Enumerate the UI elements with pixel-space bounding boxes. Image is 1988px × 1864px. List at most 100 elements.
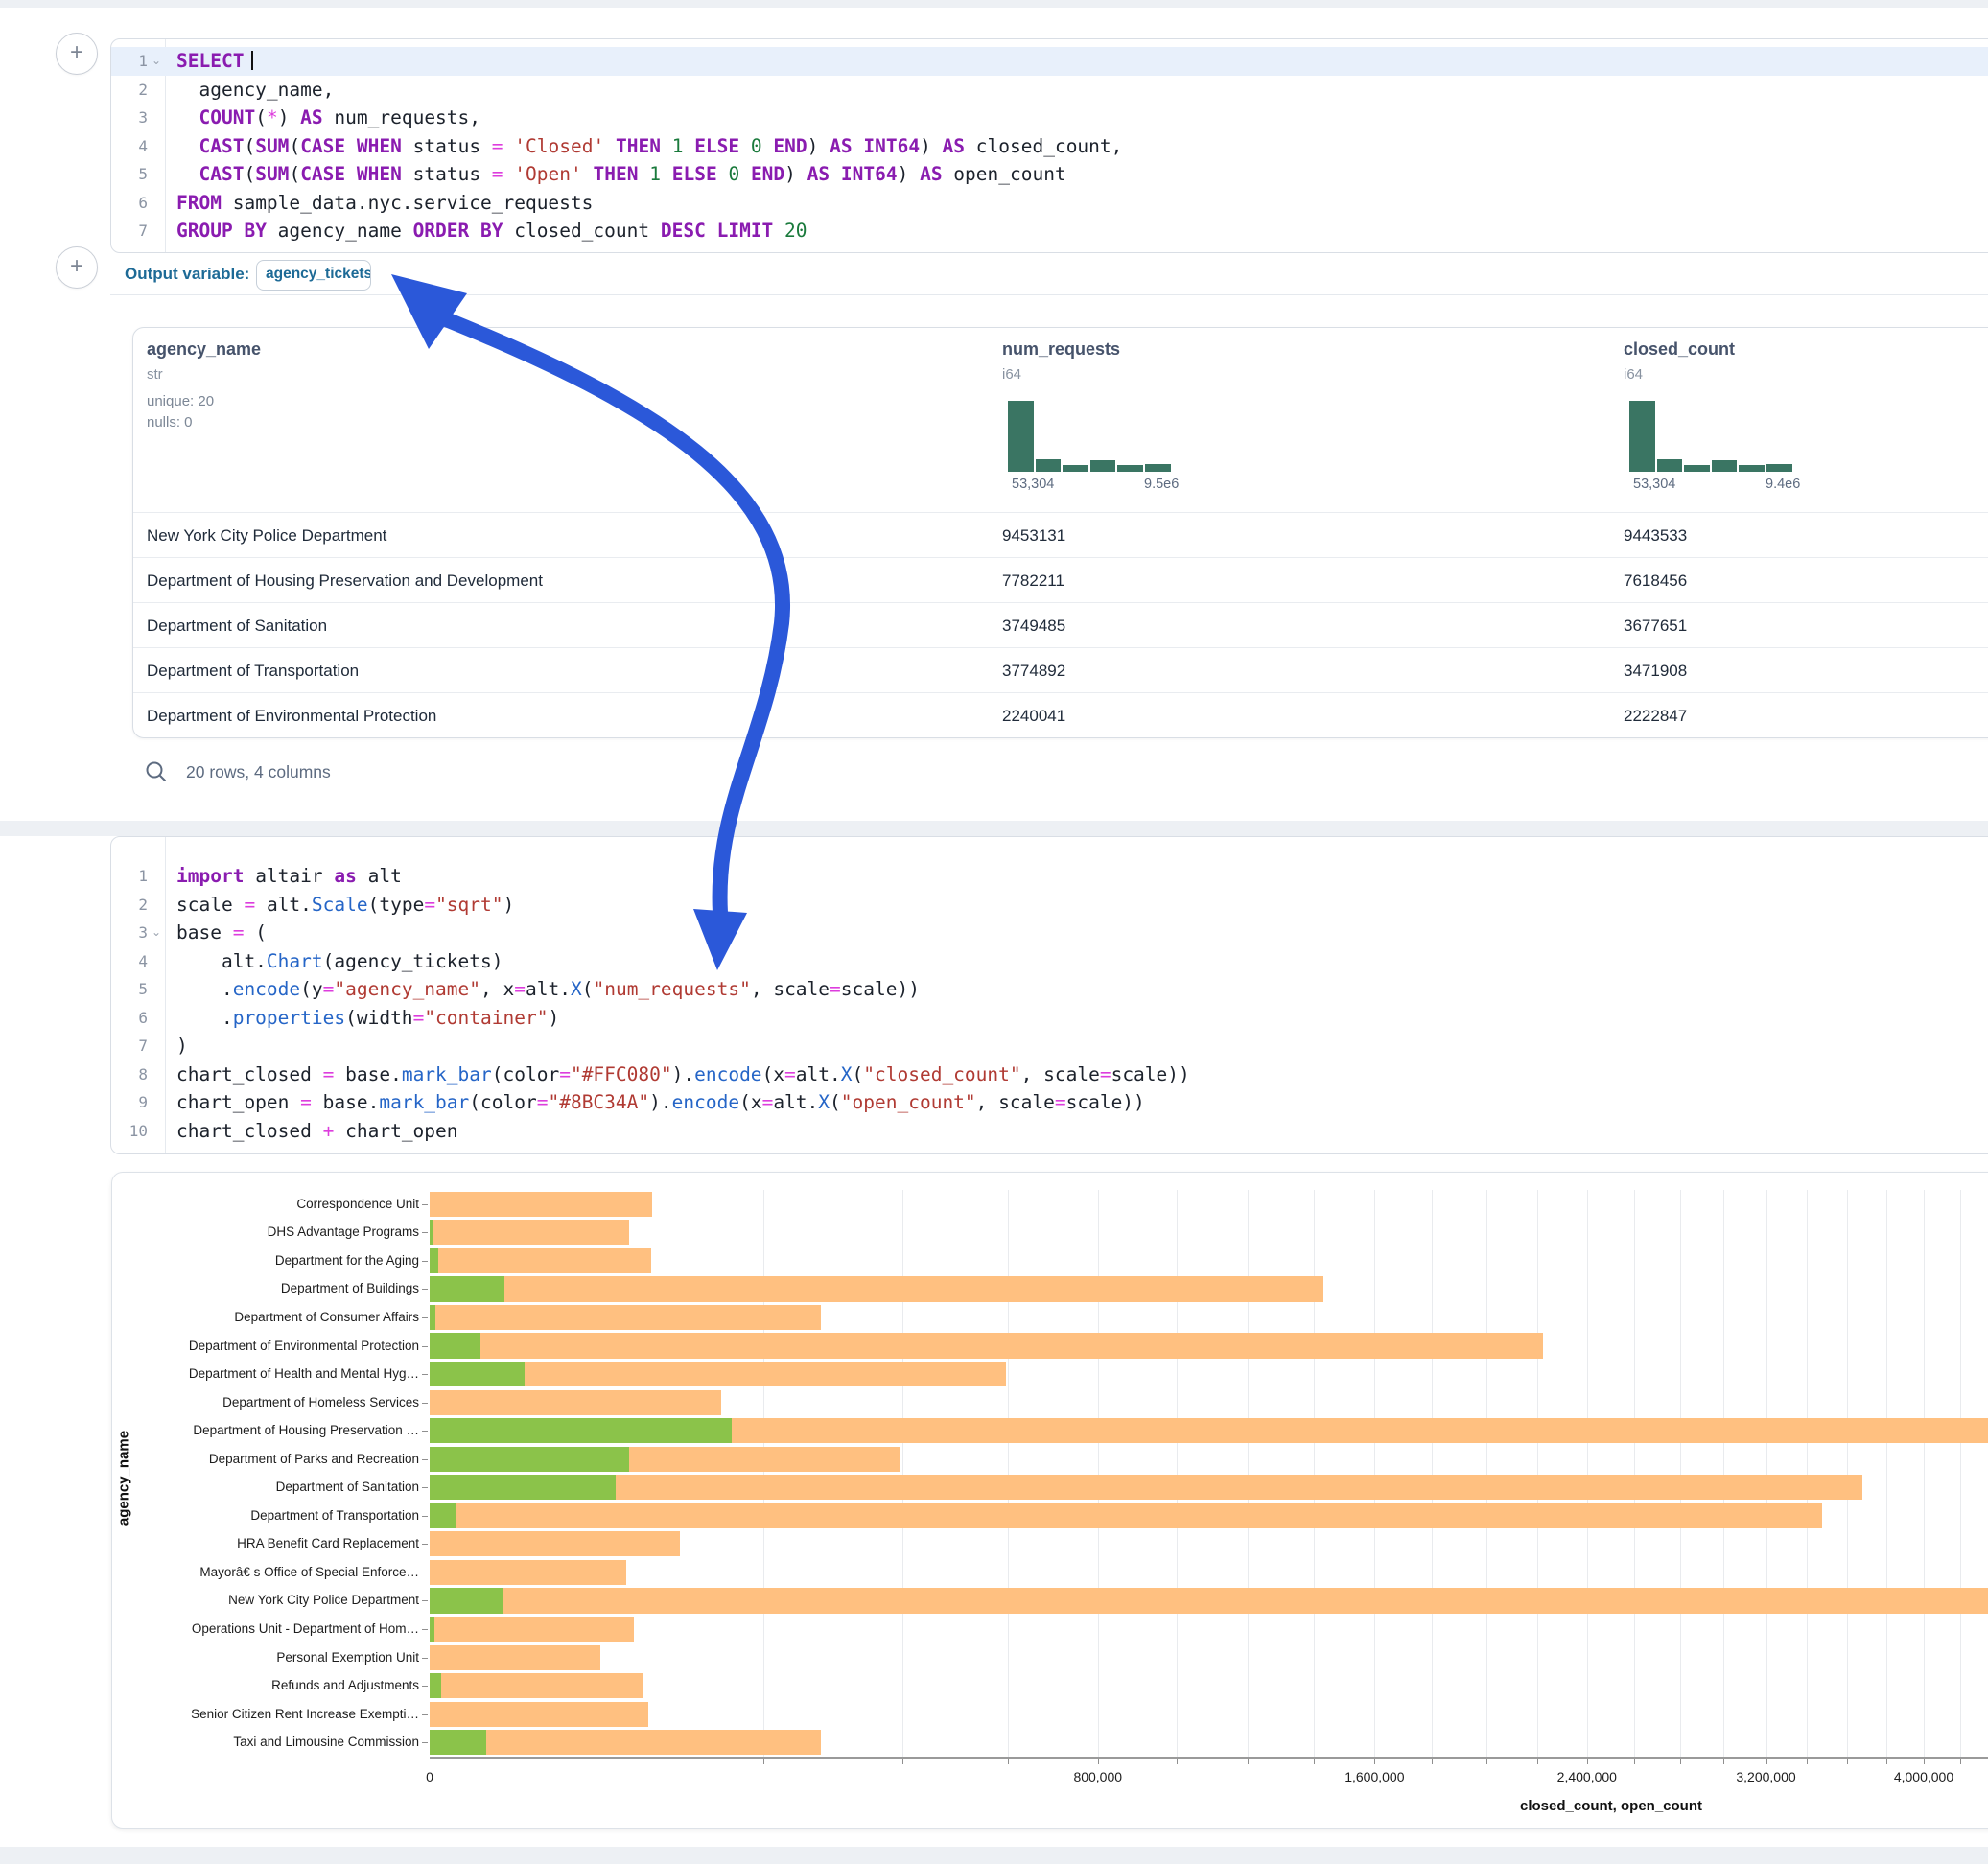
gridline	[1098, 1190, 1099, 1757]
table-cell: 7782211	[1002, 558, 1064, 603]
code-line[interactable]: 2scale = alt.Scale(type="sqrt")	[111, 891, 1988, 920]
y-tick	[422, 1232, 428, 1233]
y-tick	[422, 1629, 428, 1630]
code-line[interactable]: 1import altair as alt	[111, 862, 1988, 891]
y-tick	[422, 1403, 428, 1404]
code-line[interactable]: 1⌄SELECT	[111, 47, 1988, 76]
y-axis-label: Department for the Aging	[112, 1253, 419, 1268]
table-row[interactable]: Department of Transportation377489234719…	[133, 647, 1988, 693]
code-line[interactable]: 6 .properties(width="container")	[111, 1004, 1988, 1033]
y-tick	[422, 1204, 428, 1205]
x-axis-line	[430, 1757, 1988, 1759]
y-tick	[422, 1686, 428, 1687]
code-line[interactable]: 8chart_closed = base.mark_bar(color="#FF…	[111, 1060, 1988, 1089]
histogram-max-label: 9.5e6	[1144, 477, 1179, 492]
code-tokens: .properties(width="container")	[176, 1004, 559, 1033]
x-axis-tick-label: 2,400,000	[1530, 1769, 1645, 1784]
code-tokens: COUNT(*) AS num_requests,	[176, 104, 480, 132]
bottom-page-margin	[0, 1847, 1988, 1864]
column-type: str	[147, 366, 163, 383]
y-axis-label: Department of Consumer Affairs	[112, 1310, 419, 1324]
code-line[interactable]: 3⌄base = (	[111, 919, 1988, 947]
code-tokens: FROM sample_data.nyc.service_requests	[176, 189, 593, 218]
add-cell-button-top[interactable]: +	[56, 33, 98, 75]
bar-open-count	[430, 1362, 525, 1386]
cell-gap	[0, 821, 1988, 836]
fold-chevron-icon[interactable]: ⌄	[152, 919, 161, 947]
fold-chevron-icon[interactable]: ⌄	[152, 47, 161, 76]
table-row[interactable]: Department of Environmental Protection22…	[133, 692, 1988, 738]
code-tokens: agency_name,	[176, 76, 334, 105]
text-cursor	[251, 51, 253, 70]
bar-closed-count	[430, 1560, 626, 1585]
code-line[interactable]: 3 COUNT(*) AS num_requests,	[111, 104, 1988, 132]
search-icon[interactable]	[144, 759, 169, 784]
x-minor-tick	[1374, 1759, 1375, 1764]
chart-output-card: Correspondence UnitDHS Advantage Program…	[111, 1172, 1988, 1829]
x-minor-tick	[1680, 1759, 1681, 1764]
sql-code-cell[interactable]: 1⌄SELECT2 agency_name,3 COUNT(*) AS num_…	[110, 38, 1988, 253]
bar-closed-count	[430, 1531, 680, 1556]
top-page-margin	[0, 0, 1988, 8]
code-line[interactable]: 10chart_closed + chart_open	[111, 1117, 1988, 1146]
bar-closed-count	[430, 1390, 721, 1415]
y-axis-label: DHS Advantage Programs	[112, 1224, 419, 1239]
gridline	[1680, 1190, 1681, 1757]
dataframe-table: agency_namestrunique: 20nulls: 0num_requ…	[132, 327, 1988, 738]
table-row[interactable]: Department of Sanitation37494853677651	[133, 602, 1988, 648]
line-number: 4	[113, 947, 148, 976]
add-cell-button-output[interactable]: +	[56, 246, 98, 289]
output-variable-pill[interactable]: agency_tickets	[256, 260, 371, 291]
line-number: 9	[113, 1088, 148, 1117]
column-header[interactable]: closed_count	[1624, 339, 1735, 360]
y-axis-label: New York City Police Department	[112, 1593, 419, 1607]
x-minor-tick	[1486, 1759, 1487, 1764]
x-minor-tick	[763, 1759, 764, 1764]
bar-closed-count	[430, 1276, 1323, 1301]
y-tick	[422, 1459, 428, 1460]
table-row[interactable]: New York City Police Department945313194…	[133, 512, 1988, 558]
bar-closed-count	[430, 1503, 1822, 1528]
line-number: 6	[113, 189, 148, 218]
y-axis-label: Department of Environmental Protection	[112, 1339, 419, 1353]
histogram-min-label: 53,304	[1012, 477, 1054, 492]
gridline	[1723, 1190, 1724, 1757]
x-axis-tick-label: 1,600,000	[1317, 1769, 1432, 1784]
column-header[interactable]: agency_name	[147, 339, 261, 360]
bar-closed-count	[430, 1475, 1862, 1500]
x-minor-tick	[1537, 1759, 1538, 1764]
code-line[interactable]: 6 FROM sample_data.nyc.service_requests	[111, 189, 1988, 218]
code-line[interactable]: 2 agency_name,	[111, 76, 1988, 105]
x-minor-tick	[1924, 1759, 1925, 1764]
gridline	[1537, 1190, 1538, 1757]
y-tick	[422, 1658, 428, 1659]
y-axis-label: Department of Sanitation	[112, 1480, 419, 1494]
code-tokens: )	[176, 1032, 188, 1060]
table-cell: 3677651	[1624, 603, 1687, 648]
code-line[interactable]: 7GROUP BY agency_name ORDER BY closed_co…	[111, 217, 1988, 245]
table-row[interactable]: Department of Housing Preservation and D…	[133, 557, 1988, 603]
line-number: 5	[113, 160, 148, 189]
column-type: i64	[1624, 366, 1643, 383]
bar-closed-count	[430, 1617, 634, 1642]
x-minor-tick	[1008, 1759, 1009, 1764]
table-cell: Department of Environmental Protection	[147, 693, 436, 738]
code-line[interactable]: 9chart_open = base.mark_bar(color="#8BC3…	[111, 1088, 1988, 1117]
y-axis-label: Operations Unit - Department of Hom…	[112, 1621, 419, 1636]
python-code-cell[interactable]: 1import altair as alt2scale = alt.Scale(…	[110, 836, 1988, 1154]
column-header[interactable]: num_requests	[1002, 339, 1120, 360]
gridline	[1886, 1190, 1887, 1757]
gridline	[763, 1190, 764, 1757]
column-histogram	[1629, 401, 1792, 472]
code-line[interactable]: 7)	[111, 1032, 1988, 1060]
code-line[interactable]: 5 CAST(SUM(CASE WHEN status = 'Open' THE…	[111, 160, 1988, 189]
code-line[interactable]: 5 .encode(y="agency_name", x=alt.X("num_…	[111, 975, 1988, 1004]
column-stat: unique: 20	[147, 393, 214, 409]
bar-open-count	[430, 1305, 435, 1330]
table-cell: 9453131	[1002, 513, 1065, 558]
code-tokens: scale = alt.Scale(type="sqrt")	[176, 891, 514, 920]
code-line[interactable]: 4 CAST(SUM(CASE WHEN status = 'Closed' T…	[111, 132, 1988, 161]
column-histogram	[1008, 401, 1171, 472]
code-line[interactable]: 4 alt.Chart(agency_tickets)	[111, 947, 1988, 976]
y-axis-label: Taxi and Limousine Commission	[112, 1735, 419, 1749]
